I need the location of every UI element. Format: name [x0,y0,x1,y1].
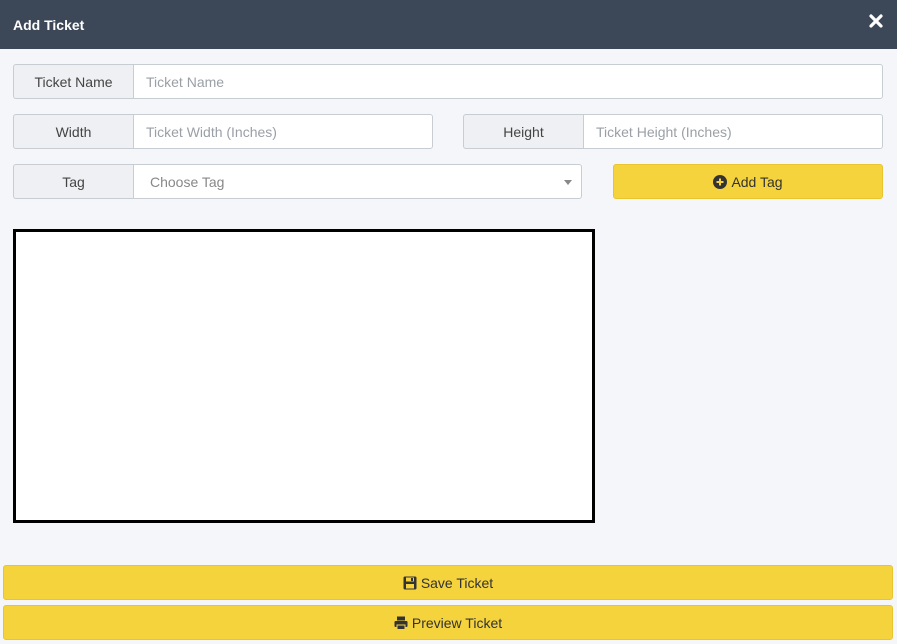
modal-title: Add Ticket [13,16,85,33]
modal-header: Add Ticket [0,0,897,49]
ticket-name-label: Ticket Name [13,64,133,99]
ticket-name-input[interactable] [133,64,883,99]
preview-ticket-label: Preview Ticket [411,614,503,631]
ticket-name-group: Ticket Name [13,64,883,99]
print-icon [394,616,408,630]
height-group: Height [463,114,883,149]
width-group: Width [13,114,433,149]
tag-group: Tag Choose Tag [13,164,582,199]
height-input[interactable] [583,114,883,149]
add-tag-button[interactable]: Add Tag [613,164,883,199]
height-label: Height [463,114,583,149]
ticket-canvas[interactable] [13,229,595,523]
save-ticket-button[interactable]: Save Ticket [3,565,893,600]
width-input[interactable] [133,114,433,149]
close-icon [869,14,883,28]
add-tag-label: Add Tag [731,173,783,190]
tag-label: Tag [13,164,133,199]
save-ticket-label: Save Ticket [420,574,494,591]
tag-select-value: Choose Tag [150,173,225,190]
save-icon [403,576,417,589]
chevron-down-icon [564,180,572,185]
width-label: Width [13,114,133,149]
preview-ticket-button[interactable]: Preview Ticket [3,605,893,640]
tag-select[interactable]: Choose Tag [133,164,582,199]
plus-circle-icon [713,174,728,189]
close-button[interactable] [868,13,884,29]
